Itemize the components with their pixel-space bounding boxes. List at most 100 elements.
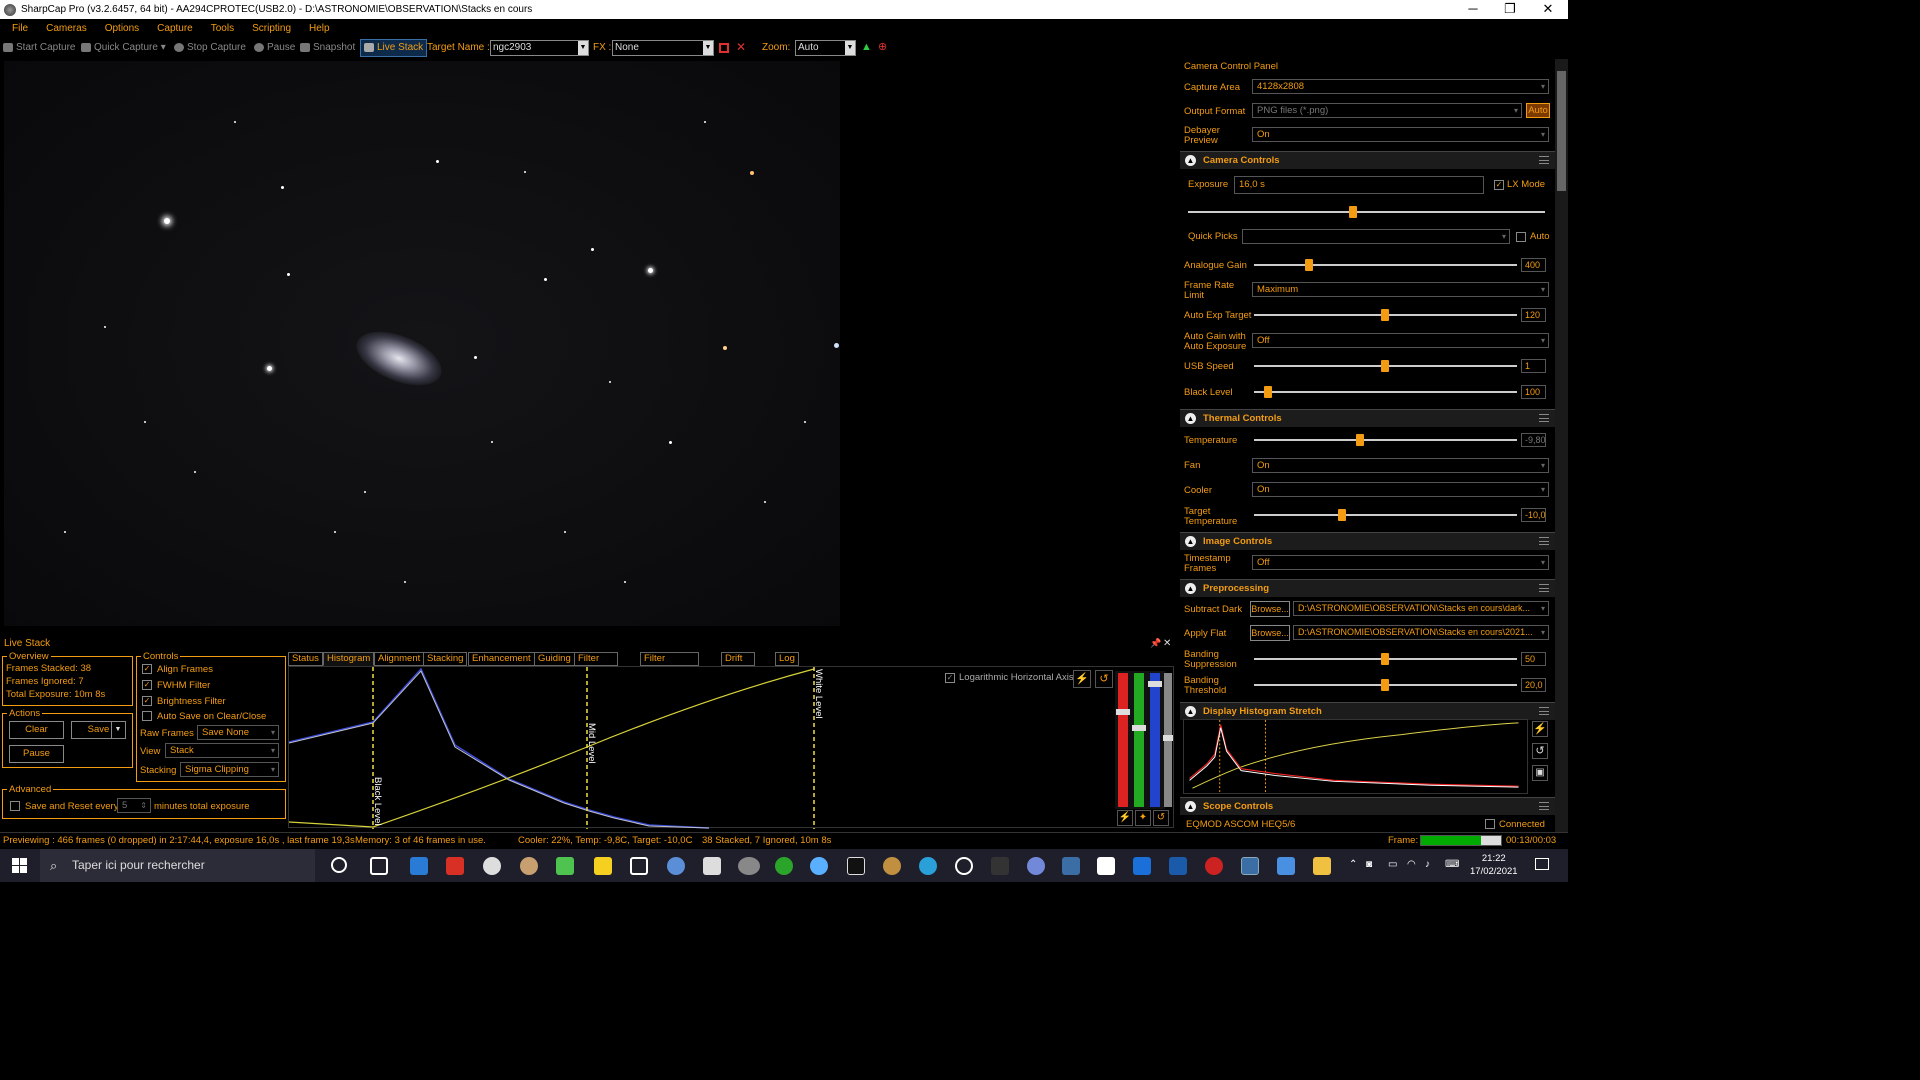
- discord-icon[interactable]: [1027, 857, 1045, 875]
- tab-drift-graph[interactable]: Drift Graph: [721, 652, 756, 676]
- target-name-combo[interactable]: ngc2903 ▼: [490, 40, 589, 56]
- tab-histogram[interactable]: Histogram: [323, 652, 375, 666]
- app-icon[interactable]: [1241, 857, 1259, 875]
- app-icon[interactable]: [1277, 857, 1295, 875]
- app-icon[interactable]: [667, 857, 685, 875]
- output-format-auto-button[interactable]: Auto: [1526, 103, 1550, 118]
- cooler-select[interactable]: On ▾: [1252, 482, 1549, 497]
- wix-icon[interactable]: [1097, 857, 1115, 875]
- reset-icon[interactable]: ↺: [1095, 670, 1113, 688]
- taskbar-search[interactable]: ⌕ Taper ici pour rechercher: [40, 849, 315, 882]
- connected-checkbox[interactable]: [1485, 819, 1495, 829]
- tray-icon[interactable]: ▭: [1388, 859, 1397, 870]
- cortana-icon[interactable]: [331, 857, 347, 873]
- app-icon[interactable]: [520, 857, 538, 875]
- app-icon[interactable]: [1169, 857, 1187, 875]
- close-livestack-icon[interactable]: ✕: [1163, 638, 1171, 649]
- minutes-stepper[interactable]: 5 ⇕: [117, 798, 151, 813]
- target-temperature-slider[interactable]: [1254, 509, 1517, 521]
- debayer-select[interactable]: On ▾: [1252, 127, 1549, 142]
- menu-icon[interactable]: [1539, 156, 1549, 164]
- usb-speed-slider[interactable]: [1254, 360, 1517, 372]
- display-histogram-section[interactable]: ▲ Display Histogram Stretch: [1180, 702, 1555, 720]
- camera-controls-section[interactable]: ▲ Camera Controls: [1180, 151, 1555, 169]
- star-icon[interactable]: ✦: [1135, 810, 1151, 826]
- gain-value[interactable]: 400: [1521, 258, 1546, 272]
- auto-stretch-icon[interactable]: ⚡: [1073, 670, 1091, 688]
- app-icon[interactable]: [703, 857, 721, 875]
- lx-mode-checkbox[interactable]: ✓: [1494, 180, 1504, 190]
- live-stack-button[interactable]: Live Stack: [360, 39, 428, 57]
- quick-capture-button[interactable]: Quick Capture ▾: [81, 41, 166, 55]
- browse-flat-button[interactable]: Browse...: [1250, 625, 1290, 641]
- tab-filter-brightness[interactable]: Filter (Brightness): [640, 652, 700, 676]
- banding-threshold-slider[interactable]: [1254, 679, 1517, 691]
- black-level-value[interactable]: 100: [1521, 385, 1546, 399]
- black-level-slider[interactable]: [1254, 386, 1517, 398]
- menu-capture[interactable]: Capture: [151, 23, 193, 34]
- fwhm-filter-checkbox[interactable]: ✓: [142, 680, 152, 690]
- zoom-combo[interactable]: Auto ▼: [795, 40, 856, 56]
- quick-picks-select[interactable]: ▾: [1242, 229, 1510, 244]
- tray-chevron-icon[interactable]: ⌃: [1349, 859, 1357, 870]
- quick-picks-auto-checkbox[interactable]: [1516, 232, 1526, 242]
- gmail-icon[interactable]: [446, 857, 464, 875]
- app-icon[interactable]: [955, 857, 973, 875]
- cancel-icon[interactable]: ✕: [736, 40, 746, 54]
- stacking-select[interactable]: Sigma Clipping ▾: [180, 762, 279, 777]
- clock[interactable]: 21:22 17/02/2021: [1470, 852, 1518, 878]
- save-reset-checkbox[interactable]: [10, 801, 20, 811]
- thermal-controls-section[interactable]: ▲ Thermal Controls: [1180, 409, 1555, 427]
- preprocessing-section[interactable]: ▲ Preprocessing: [1180, 579, 1555, 597]
- menu-icon[interactable]: [1539, 707, 1549, 715]
- browse-dark-button[interactable]: Browse...: [1250, 601, 1290, 617]
- snapshot-button[interactable]: Snapshot: [300, 41, 355, 55]
- view-select[interactable]: Stack ▾: [165, 743, 279, 758]
- tab-filter-fwhm[interactable]: Filter (FWHM): [574, 652, 618, 676]
- auto-stretch-icon[interactable]: ⚡: [1117, 810, 1133, 826]
- menu-options[interactable]: Options: [99, 23, 139, 34]
- histogram-icon[interactable]: ▲: [861, 40, 872, 54]
- stop-capture-button[interactable]: Stop Capture: [174, 41, 246, 55]
- clear-button[interactable]: Clear: [9, 721, 64, 739]
- sharpcap-icon[interactable]: [738, 857, 760, 875]
- tab-enhancement[interactable]: Enhancement: [468, 652, 535, 666]
- target-temperature-value[interactable]: -10,0: [1521, 508, 1546, 522]
- pause-stack-button[interactable]: Pause: [9, 745, 64, 763]
- maximize-button[interactable]: ❐: [1495, 0, 1525, 19]
- sticky-notes-icon[interactable]: [594, 857, 612, 875]
- minimize-button[interactable]: ─: [1458, 0, 1488, 19]
- close-button[interactable]: ✕: [1533, 0, 1563, 19]
- usb-speed-value[interactable]: 1: [1521, 359, 1546, 373]
- flat-path-select[interactable]: D:\ASTRONOMIE\OBSERVATION\Stacks en cour…: [1293, 625, 1549, 640]
- teamspeak-icon[interactable]: [1133, 857, 1151, 875]
- app-icon[interactable]: [1205, 857, 1223, 875]
- save-button[interactable]: Save ▼: [71, 721, 126, 739]
- record-icon[interactable]: [719, 43, 729, 53]
- windows-start-icon[interactable]: [12, 858, 27, 873]
- auto-exp-value[interactable]: 120: [1521, 308, 1546, 322]
- log-axis-checkbox[interactable]: ✓: [945, 673, 955, 683]
- dark-path-select[interactable]: D:\ASTRONOMIE\OBSERVATION\Stacks en cour…: [1293, 601, 1549, 616]
- tab-status[interactable]: Status: [288, 652, 323, 666]
- menu-tools[interactable]: Tools: [205, 23, 234, 34]
- app-icon[interactable]: [883, 857, 901, 875]
- tab-alignment[interactable]: Alignment: [374, 652, 425, 666]
- save-icon[interactable]: ▣: [1532, 765, 1548, 781]
- menu-cameras[interactable]: Cameras: [40, 23, 87, 34]
- menu-icon[interactable]: [1539, 414, 1549, 422]
- auto-exp-slider[interactable]: [1254, 309, 1517, 321]
- menu-icon[interactable]: [1539, 537, 1549, 545]
- app-icon[interactable]: [1062, 857, 1080, 875]
- tab-guiding[interactable]: Guiding: [534, 652, 575, 666]
- start-capture-button[interactable]: Start Capture: [3, 41, 75, 55]
- brightness-filter-checkbox[interactable]: ✓: [142, 696, 152, 706]
- app-icon[interactable]: [810, 857, 828, 875]
- fx-combo[interactable]: None ▼: [612, 40, 714, 56]
- menu-help[interactable]: Help: [303, 23, 330, 34]
- settings-icon[interactable]: [483, 857, 501, 875]
- app-icon[interactable]: [630, 857, 648, 875]
- volume-icon[interactable]: ♪: [1425, 859, 1430, 870]
- tab-log[interactable]: Log: [775, 652, 799, 666]
- keyboard-icon[interactable]: ⌨: [1445, 859, 1459, 870]
